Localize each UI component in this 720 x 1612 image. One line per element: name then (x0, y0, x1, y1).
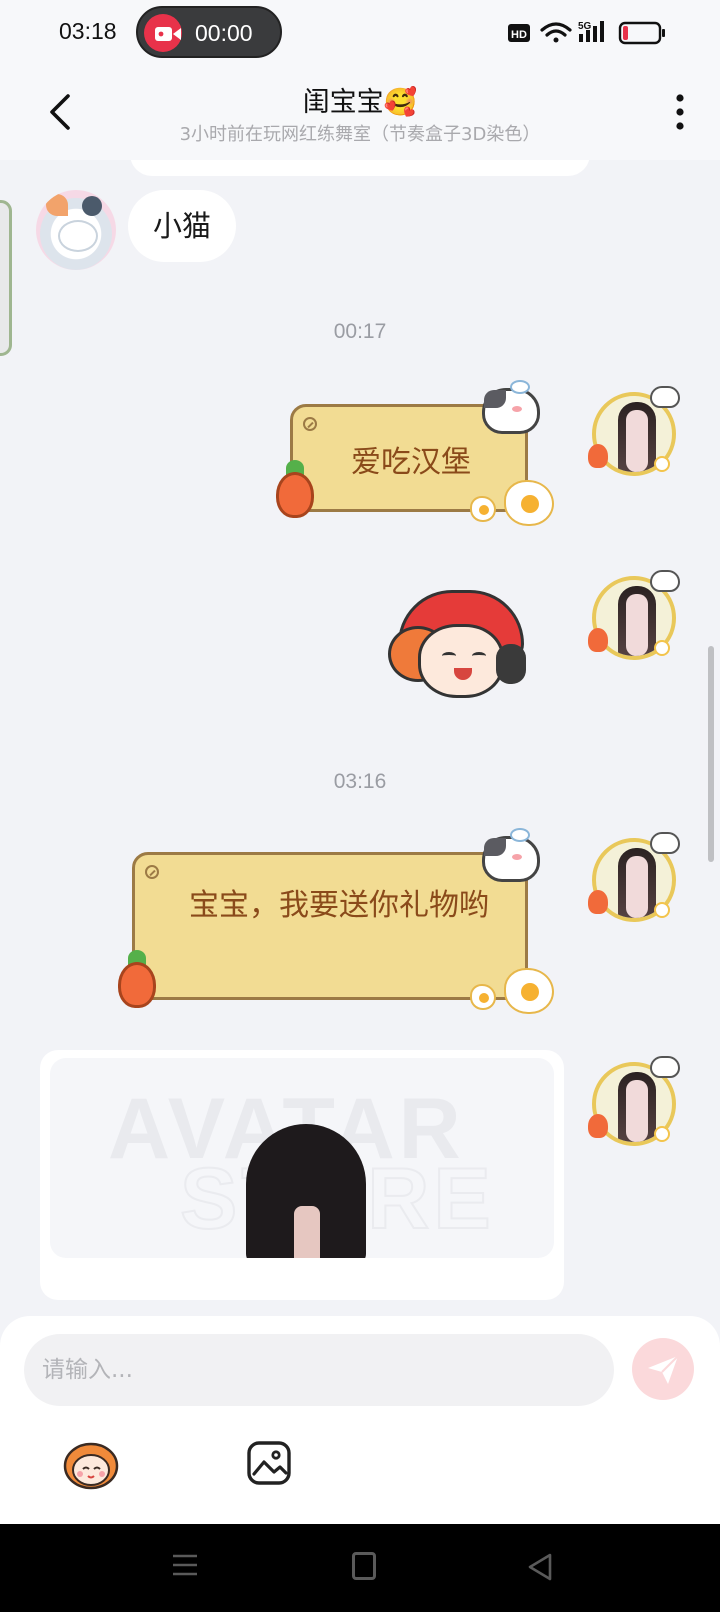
5g-signal-icon: 5G (578, 21, 604, 42)
more-vertical-icon[interactable] (670, 90, 690, 134)
received-message-bubble[interactable]: 小猫 (128, 190, 236, 262)
sent-sticker-image[interactable] (388, 590, 532, 710)
carrot-decoration-icon (114, 950, 160, 1010)
video-camera-icon (155, 27, 181, 41)
message-composer (0, 1316, 720, 1524)
previous-message-bubble (130, 160, 590, 176)
fried-egg-decoration-icon (504, 480, 554, 526)
recording-dot (144, 14, 182, 52)
sent-message-text: 宝宝，我要送你礼物哟 (189, 888, 489, 923)
status-icons: HD 5G (508, 21, 665, 45)
message-list[interactable]: 小猫 00:17 爱吃汉堡 03:16 宝宝，我要送你礼物哟 (0, 160, 720, 1320)
sent-message-card[interactable]: 宝宝，我要送你礼物哟 (132, 852, 528, 1000)
pin-icon (145, 865, 159, 879)
chat-header: 闺宝宝🥰 3小时前在玩网红练舞室（节奏盒子3D染色） (0, 66, 720, 160)
pin-icon (303, 417, 317, 431)
carrot-decoration-icon (272, 460, 318, 520)
avatar-store-preview: AVATAR STORE (50, 1058, 554, 1258)
scrollbar[interactable] (708, 646, 714, 862)
my-avatar[interactable] (588, 386, 680, 478)
contact-avatar[interactable] (36, 190, 116, 270)
sticker-emoji-icon[interactable] (62, 1440, 120, 1490)
status-time: 03:18 (59, 18, 117, 44)
screen-recording-pill[interactable]: 00:00 (136, 6, 282, 58)
chat-title: 闺宝宝🥰 (302, 87, 418, 118)
system-nav-bar (0, 1524, 720, 1612)
avatar-preview-image (246, 1124, 366, 1258)
my-avatar[interactable] (588, 1056, 680, 1148)
status-bar: 03:18 00:00 HD 5G (0, 0, 720, 66)
hd-icon: HD (508, 24, 530, 42)
chat-subtitle: 3小时前在玩网红练舞室（节奏盒子3D染色） (179, 124, 541, 145)
my-avatar[interactable] (588, 832, 680, 924)
recent-apps-icon[interactable] (170, 1550, 200, 1580)
cat-decoration-icon (478, 380, 544, 438)
cat-decoration-icon (478, 828, 544, 886)
avatar-store-card[interactable]: AVATAR STORE (40, 1050, 564, 1300)
send-button[interactable] (632, 1338, 694, 1400)
sent-message-text: 爱吃汉堡 (351, 445, 471, 480)
svg-text:HD: HD (511, 29, 527, 41)
image-gallery-icon[interactable] (246, 1440, 292, 1486)
home-icon[interactable] (352, 1552, 376, 1580)
message-timestamp: 00:17 (333, 320, 387, 343)
wifi-icon (540, 22, 572, 43)
message-timestamp: 03:16 (333, 770, 387, 793)
fried-egg-small-icon (470, 496, 496, 522)
battery-low-icon (618, 21, 665, 45)
fried-egg-decoration-icon (504, 968, 554, 1014)
recording-timer: 00:00 (195, 20, 253, 46)
back-triangle-icon[interactable] (526, 1552, 556, 1582)
fried-egg-small-icon (470, 984, 496, 1010)
paper-plane-icon (648, 1355, 679, 1384)
my-avatar[interactable] (588, 570, 680, 662)
message-input[interactable] (24, 1334, 614, 1406)
